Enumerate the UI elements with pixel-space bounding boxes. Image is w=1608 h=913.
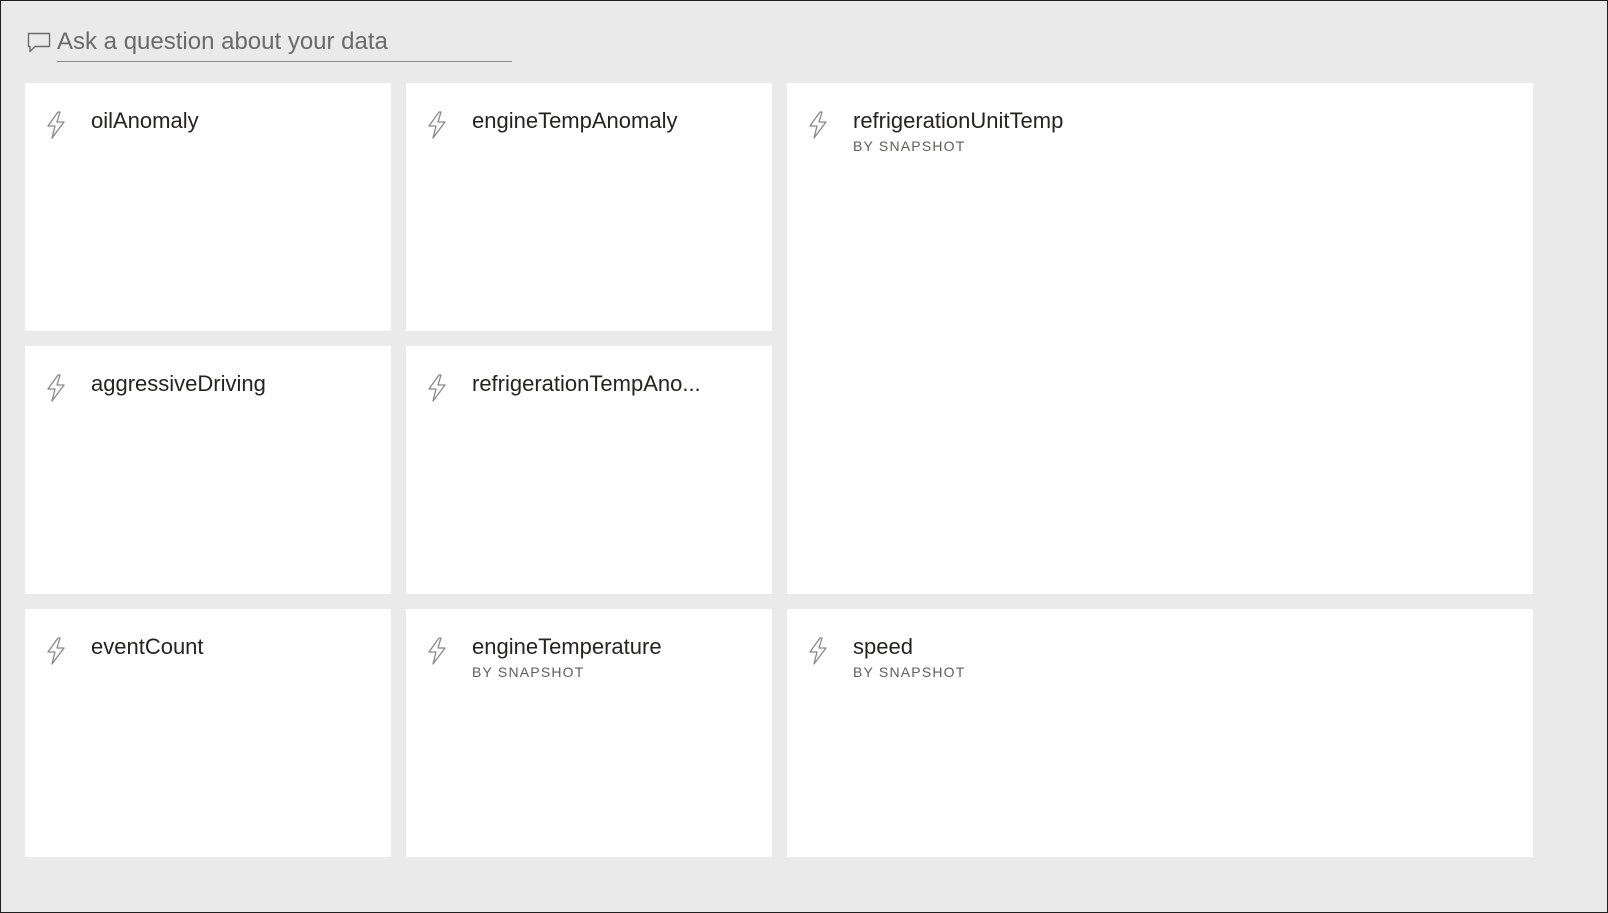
qna-bar bbox=[25, 23, 515, 63]
tile-aggressive-driving[interactable]: aggressiveDriving bbox=[25, 346, 391, 594]
lightning-icon bbox=[426, 374, 448, 402]
tile-title: aggressiveDriving bbox=[91, 371, 266, 396]
tile-subtitle: BY SNAPSHOT bbox=[853, 138, 966, 154]
lightning-icon bbox=[426, 637, 448, 665]
tile-title: refrigerationUnitTemp bbox=[853, 108, 1064, 133]
lightning-icon bbox=[45, 111, 67, 139]
tile-engine-temperature[interactable]: engineTemperature BY SNAPSHOT bbox=[406, 609, 772, 857]
tile-event-count[interactable]: eventCount bbox=[25, 609, 391, 857]
lightning-icon bbox=[426, 111, 448, 139]
lightning-icon bbox=[45, 374, 67, 402]
dashboard-canvas: oilAnomaly engineTempAnomaly refrigerati… bbox=[0, 0, 1608, 913]
tile-title: refrigerationTempAno... bbox=[472, 371, 701, 396]
qna-input[interactable] bbox=[57, 23, 512, 62]
tile-subtitle: BY SNAPSHOT bbox=[853, 664, 966, 680]
tile-title: engineTempAnomaly bbox=[472, 108, 678, 133]
lightning-icon bbox=[45, 637, 67, 665]
tile-refrigeration-unit-temp[interactable]: refrigerationUnitTemp BY SNAPSHOT bbox=[787, 83, 1533, 594]
tile-engine-temp-anomaly[interactable]: engineTempAnomaly bbox=[406, 83, 772, 331]
chat-bubble-icon bbox=[27, 32, 51, 54]
tile-title: engineTemperature bbox=[472, 634, 662, 659]
tile-subtitle: BY SNAPSHOT bbox=[472, 664, 585, 680]
tile-title: oilAnomaly bbox=[91, 108, 199, 133]
lightning-icon bbox=[807, 637, 829, 665]
tile-refrigeration-temp-anomaly[interactable]: refrigerationTempAno... bbox=[406, 346, 772, 594]
tile-speed[interactable]: speed BY SNAPSHOT bbox=[787, 609, 1533, 857]
tile-title: eventCount bbox=[91, 634, 204, 659]
tile-title: speed bbox=[853, 634, 913, 659]
lightning-icon bbox=[807, 111, 829, 139]
tile-oil-anomaly[interactable]: oilAnomaly bbox=[25, 83, 391, 331]
